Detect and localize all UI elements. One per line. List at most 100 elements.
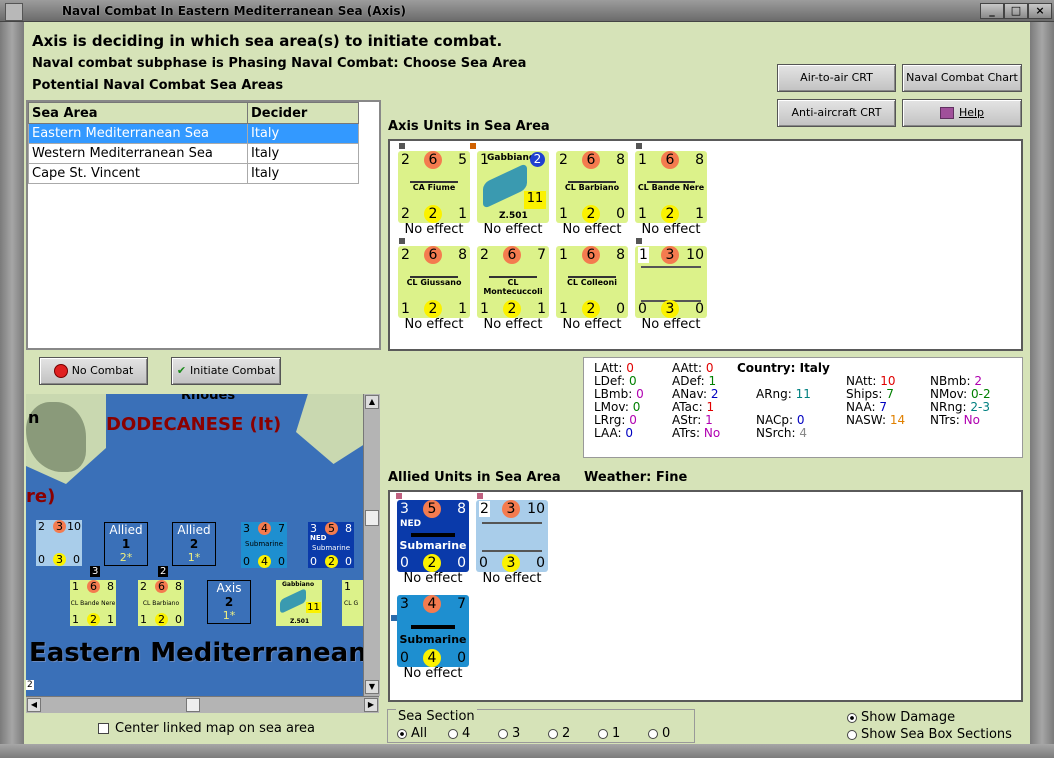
map-unit-ned-submarine[interactable]: 3 5 8 NED Submarine 0 2 0: [308, 522, 354, 568]
unit-attack: 6: [424, 151, 442, 169]
radio-icon[interactable]: [598, 728, 608, 739]
scroll-right-arrow[interactable]: ▶: [364, 698, 378, 712]
unit-name: CL Barbiano: [142, 600, 180, 607]
help-button[interactable]: Help: [902, 99, 1022, 127]
scroll-left-arrow[interactable]: ◀: [27, 698, 41, 712]
map-unit-partial[interactable]: 1 CL G: [342, 580, 363, 626]
sea-section-4[interactable]: 4: [448, 726, 470, 741]
unit-cl-montecuccoli[interactable]: 2 6 7 CL Montecuccoli 1 2 1: [477, 246, 549, 318]
unit-attack: 3: [661, 246, 679, 264]
unit-value: 8: [345, 522, 352, 535]
unit-cl-bande-nere[interactable]: 1 6 8 CL Bande Nere 1 2 1: [635, 151, 707, 223]
radio-icon[interactable]: [448, 728, 458, 739]
unit-ca-fiume[interactable]: 2 6 5 CA Fiume 2 2 1: [398, 151, 470, 223]
unit-convoy[interactable]: 1 3 10 0 3 0: [635, 246, 707, 318]
naval-combat-chart-button[interactable]: Naval Combat Chart: [902, 64, 1022, 92]
stat-item: AStr: 1: [672, 413, 713, 427]
unit-value: 1: [72, 613, 79, 626]
unit-value: 0: [243, 555, 250, 568]
unit-attack: 5: [423, 500, 441, 518]
radio-icon[interactable]: [498, 728, 508, 739]
maximize-button[interactable]: □: [1004, 3, 1028, 19]
minimize-button[interactable]: _: [980, 3, 1004, 19]
linked-map[interactable]: Rhodes n DODECANESE (It) re) 2 3 10 0 3 …: [26, 394, 363, 696]
radio-icon[interactable]: [548, 728, 558, 739]
stat-item: ATac: 1: [672, 400, 714, 414]
allied-stack-2[interactable]: Allied 2 1*: [172, 522, 216, 566]
center-map-checkbox[interactable]: [98, 723, 109, 734]
map-vertical-scrollbar[interactable]: ▲ ▼: [363, 394, 380, 696]
initiate-combat-button[interactable]: ✔ Initiate Combat: [171, 357, 281, 385]
unit-name: Submarine: [245, 540, 283, 548]
sea-section-1[interactable]: 1: [598, 726, 620, 741]
unit-submarine[interactable]: 3 4 7 Submarine 0 4 0: [397, 595, 469, 667]
unit-value: 1: [107, 613, 114, 626]
close-button[interactable]: ×: [1028, 3, 1052, 19]
unit-name: CL Giussano: [406, 278, 462, 287]
map-unit-convoy[interactable]: 2 3 10 0 3 0: [36, 520, 82, 566]
axis-units-panel: 2 6 5 CA Fiume 2 2 1 No effect 1 Gabbian…: [388, 139, 1023, 351]
unit-name: CL Bande Nere: [637, 183, 705, 192]
unit-value: 8: [175, 580, 182, 593]
no-combat-button[interactable]: No Combat: [39, 357, 148, 385]
window-menu-icon[interactable]: [5, 3, 23, 21]
stat-item: LDef: 0: [594, 374, 637, 388]
unit-value: 8: [695, 152, 704, 168]
unit-name: CL Bande Nere: [70, 600, 116, 607]
sea-section-2[interactable]: 2: [548, 726, 570, 741]
unit-cl-colleoni[interactable]: 1 6 8 CL Colleoni 1 2 0: [556, 246, 628, 318]
table-row[interactable]: Cape St. Vincent Italy: [28, 163, 359, 184]
table-row[interactable]: Eastern Mediterranean Sea Italy: [28, 123, 359, 144]
unit-name: Submarine: [399, 633, 467, 646]
col-header-decider[interactable]: Decider: [247, 102, 359, 124]
unit-value: 1: [458, 301, 467, 317]
sea-section-0[interactable]: 0: [648, 726, 670, 741]
stack-section: 1: [121, 537, 131, 551]
radio-icon[interactable]: [648, 728, 658, 739]
map-unit-submarine[interactable]: 3 4 7 Submarine 0 4 0: [241, 522, 287, 568]
table-row[interactable]: Western Mediterranean Sea Italy: [28, 143, 359, 164]
book-icon: [939, 107, 954, 119]
unit-cl-barbiano[interactable]: 2 6 8 CL Barbiano 1 2 0: [556, 151, 628, 223]
sea-section-3[interactable]: 3: [498, 726, 520, 741]
unit-ned-submarine[interactable]: 3 5 8 NED Submarine 0 2 0: [397, 500, 469, 572]
unit-value: 1: [344, 580, 351, 593]
unit-value: 3: [243, 522, 250, 535]
radio-icon[interactable]: [847, 729, 857, 740]
allied-stack-1[interactable]: Allied 1 2*: [104, 522, 148, 566]
scroll-thumb[interactable]: [186, 698, 200, 712]
center-map-option[interactable]: Center linked map on sea area: [98, 721, 315, 736]
stat-item: Ships: 7: [846, 387, 894, 401]
show-damage-label: Show Damage: [861, 710, 956, 725]
show-damage-option[interactable]: Show Damage: [847, 710, 955, 725]
scroll-up-arrow[interactable]: ▲: [365, 395, 379, 409]
axis-stack-2[interactable]: Axis 2 1*: [207, 580, 251, 624]
unit-cl-giussano[interactable]: 2 6 8 CL Giussano 1 2 1: [398, 246, 470, 318]
scroll-thumb[interactable]: [365, 510, 379, 526]
stack-side: Axis: [216, 581, 242, 595]
unit-allied-convoy[interactable]: 2 3 10 0 3 0: [476, 500, 548, 572]
map-horizontal-scrollbar[interactable]: ◀ ▶: [26, 696, 379, 713]
stat-key: LAtt:: [594, 361, 627, 375]
unit-defense: 2: [503, 300, 521, 318]
map-unit-cl-bande-nere[interactable]: 1 6 8 CL Bande Nere 1 2 1: [70, 580, 116, 626]
map-unit-gabbiano[interactable]: Gabbiano 11 Z.501: [276, 580, 322, 626]
window-title: Naval Combat In Eastern Mediterranean Se…: [62, 4, 407, 18]
col-header-sea-area[interactable]: Sea Area: [28, 102, 248, 124]
unit-gabbiano[interactable]: 1 Gabbiano 2 11 Z.501: [477, 151, 549, 223]
stat-value: 0: [625, 426, 633, 440]
sea-section-all[interactable]: All: [397, 726, 427, 741]
scroll-down-arrow[interactable]: ▼: [365, 680, 379, 694]
anti-aircraft-crt-button[interactable]: Anti-aircraft CRT: [777, 99, 896, 127]
air-to-air-crt-button[interactable]: Air-to-air CRT: [777, 64, 896, 92]
ship-icon: [410, 266, 458, 278]
unit-attack: 5: [325, 522, 338, 535]
show-sections-option[interactable]: Show Sea Box Sections: [847, 727, 1012, 742]
radio-icon[interactable]: [847, 712, 857, 723]
unit-defense: 2: [582, 205, 600, 223]
radio-icon[interactable]: [397, 728, 407, 739]
map-unit-cl-barbiano[interactable]: 2 6 8 CL Barbiano 1 2 0: [138, 580, 184, 626]
unit-value: 0: [345, 555, 352, 568]
sea-area-table-panel: Sea Area Decider Eastern Mediterranean S…: [26, 100, 381, 350]
stack-count: 2: [158, 566, 169, 577]
